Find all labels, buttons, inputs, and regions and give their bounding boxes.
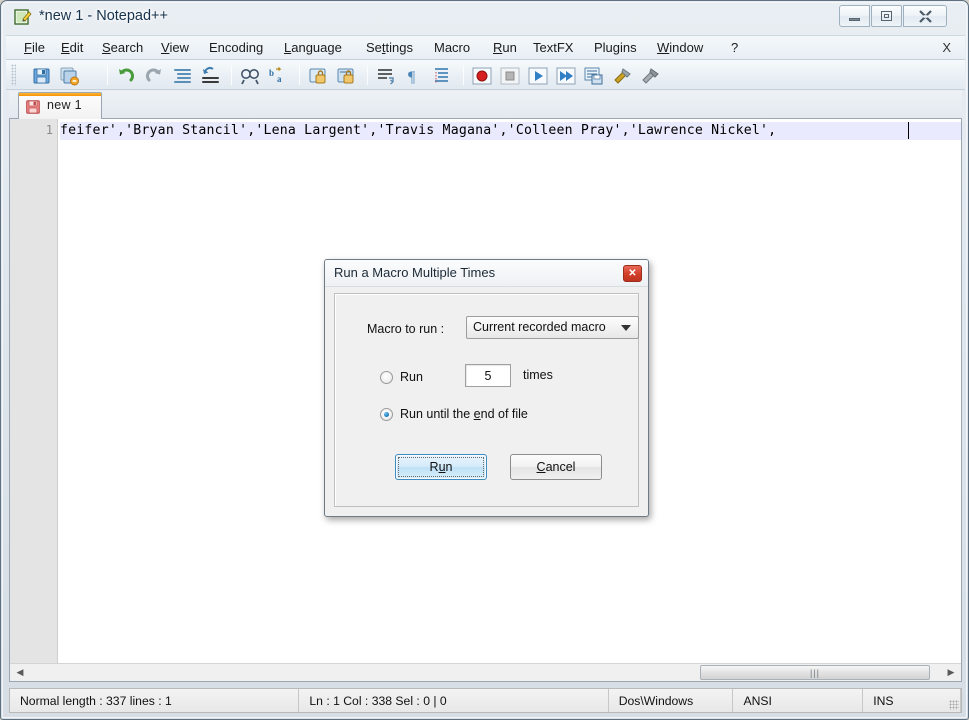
macro-record-icon[interactable] — [470, 64, 492, 86]
svg-text:¶: ¶ — [408, 69, 416, 86]
toolbar-separator — [231, 65, 232, 85]
scroll-left-arrow-icon[interactable]: ◀ — [12, 665, 28, 680]
macro-playback-icon[interactable] — [526, 64, 548, 86]
dialog-close-button[interactable]: ✕ — [623, 265, 642, 282]
run-macro-multiple-times-dialog: Run a Macro Multiple Times ✕ Macro to ru… — [324, 259, 649, 517]
notepad-plus-plus-window: *new 1 - Notepad++ File Edit Search View… — [0, 0, 969, 720]
line-number: 1 — [46, 123, 53, 137]
undo-icon[interactable] — [114, 64, 136, 86]
dialog-body: Macro to run : Current recorded macro Ru… — [334, 293, 639, 507]
menu-edit[interactable]: Edit — [58, 40, 86, 58]
run-until-eof-label: Run until the end of file — [400, 407, 528, 421]
menu-textfx[interactable]: TextFX — [530, 40, 576, 58]
code-line-1: feifer','Bryan Stancil','Lena Largent','… — [60, 122, 961, 140]
status-line-ending: Dos\Windows — [609, 689, 734, 712]
menu-run[interactable]: Run — [490, 40, 520, 58]
menu-view[interactable]: View — [158, 40, 192, 58]
save-icon[interactable] — [30, 64, 52, 86]
close-icon: ✕ — [628, 269, 636, 279]
macro-to-run-label: Macro to run : — [367, 322, 444, 336]
replace-icon[interactable]: b a — [266, 64, 288, 86]
menu-macro[interactable]: Macro — [431, 40, 473, 58]
minimize-button[interactable] — [839, 5, 870, 27]
dialog-title-bar: Run a Macro Multiple Times ✕ — [325, 260, 648, 287]
find-icon[interactable] — [238, 64, 260, 86]
menu-bar: File Edit Search View Encoding Language … — [6, 35, 965, 60]
status-caret-position: Ln : 1 Col : 338 Sel : 0 | 0 — [299, 689, 608, 712]
macro-stop-icon[interactable] — [498, 64, 520, 86]
text-caret — [908, 122, 909, 139]
run-tool-icon[interactable] — [610, 64, 632, 86]
tab-bar: new 1 — [9, 91, 962, 119]
sidebar-item-tab-new-1[interactable]: new 1 — [18, 92, 102, 119]
macro-select-value: Current recorded macro — [473, 320, 606, 334]
macro-select[interactable]: Current recorded macro — [466, 316, 639, 339]
resize-grip[interactable] — [949, 700, 959, 710]
status-document-length: Normal length : 337 lines : 1 — [10, 689, 299, 712]
status-bar: Normal length : 337 lines : 1 Ln : 1 Col… — [9, 688, 962, 713]
menu-window[interactable]: Window — [654, 40, 706, 58]
menu-plugins[interactable]: Plugins — [591, 40, 640, 58]
restore-icon — [872, 6, 901, 26]
indent-guide-icon[interactable] — [430, 64, 452, 86]
status-encoding: ANSI — [733, 689, 863, 712]
run-n-times-label: Run — [400, 370, 423, 384]
window-title: *new 1 - Notepad++ — [39, 8, 168, 24]
minimize-icon — [840, 6, 869, 26]
run-button[interactable]: Run — [395, 454, 487, 480]
dialog-title: Run a Macro Multiple Times — [334, 265, 495, 280]
unsaved-file-icon — [26, 100, 40, 114]
toolbar-separator — [463, 65, 464, 85]
macro-run-multiple-icon[interactable] — [554, 64, 576, 86]
indent-decrease-icon[interactable] — [198, 64, 220, 86]
restore-button[interactable] — [871, 5, 902, 27]
menu-search[interactable]: Search — [99, 40, 146, 58]
menu-language[interactable]: Language — [281, 40, 345, 58]
scrollbar-thumb-grip: ||| — [810, 668, 820, 678]
cancel-button[interactable]: Cancel — [510, 454, 602, 480]
close-document-button[interactable]: X — [942, 40, 951, 55]
scroll-right-arrow-icon[interactable]: ▶ — [943, 665, 959, 680]
chevron-down-icon — [621, 325, 631, 331]
toolbar-separator — [299, 65, 300, 85]
macro-save-icon[interactable] — [582, 64, 604, 86]
notepad-plus-plus-icon — [14, 8, 32, 26]
menu-help[interactable]: ? — [728, 40, 741, 58]
scrollbar-thumb[interactable]: ||| — [700, 665, 930, 680]
zoom-out-icon[interactable] — [334, 64, 356, 86]
line-number-gutter: 1 — [10, 119, 58, 681]
times-input[interactable]: 5 — [465, 364, 511, 387]
sync-scroll-icon[interactable] — [374, 64, 396, 86]
toolbar: b a — [6, 60, 965, 90]
menu-encoding[interactable]: Encoding — [206, 40, 266, 58]
build-tool-icon[interactable] — [638, 64, 660, 86]
status-insert-mode: INS — [863, 689, 961, 712]
times-label: times — [523, 368, 553, 382]
radio-mark-unchecked — [380, 371, 393, 384]
toolbar-separator — [367, 65, 368, 85]
toolbar-grip[interactable] — [11, 64, 16, 86]
times-input-value: 5 — [485, 369, 492, 383]
run-button-label: Run — [430, 460, 453, 474]
svg-text:b: b — [269, 68, 274, 78]
close-icon — [904, 6, 946, 26]
toolbar-separator — [107, 65, 108, 85]
tab-active-accent — [19, 93, 101, 96]
horizontal-scrollbar[interactable]: ◀ ||| ▶ — [10, 663, 961, 681]
indent-increase-icon[interactable] — [170, 64, 192, 86]
show-pilcrow-icon[interactable]: ¶ — [402, 64, 424, 86]
save-all-icon[interactable] — [58, 64, 80, 86]
svg-text:a: a — [277, 74, 282, 84]
close-button[interactable] — [903, 5, 947, 27]
radio-mark-checked — [380, 408, 393, 421]
tab-label: new 1 — [47, 98, 82, 112]
menu-settings[interactable]: Settings — [363, 40, 416, 58]
title-bar: *new 1 - Notepad++ — [1, 1, 969, 34]
redo-icon[interactable] — [142, 64, 164, 86]
cancel-button-label: Cancel — [537, 460, 576, 474]
zoom-in-icon[interactable] — [306, 64, 328, 86]
menu-file[interactable]: File — [21, 40, 48, 58]
